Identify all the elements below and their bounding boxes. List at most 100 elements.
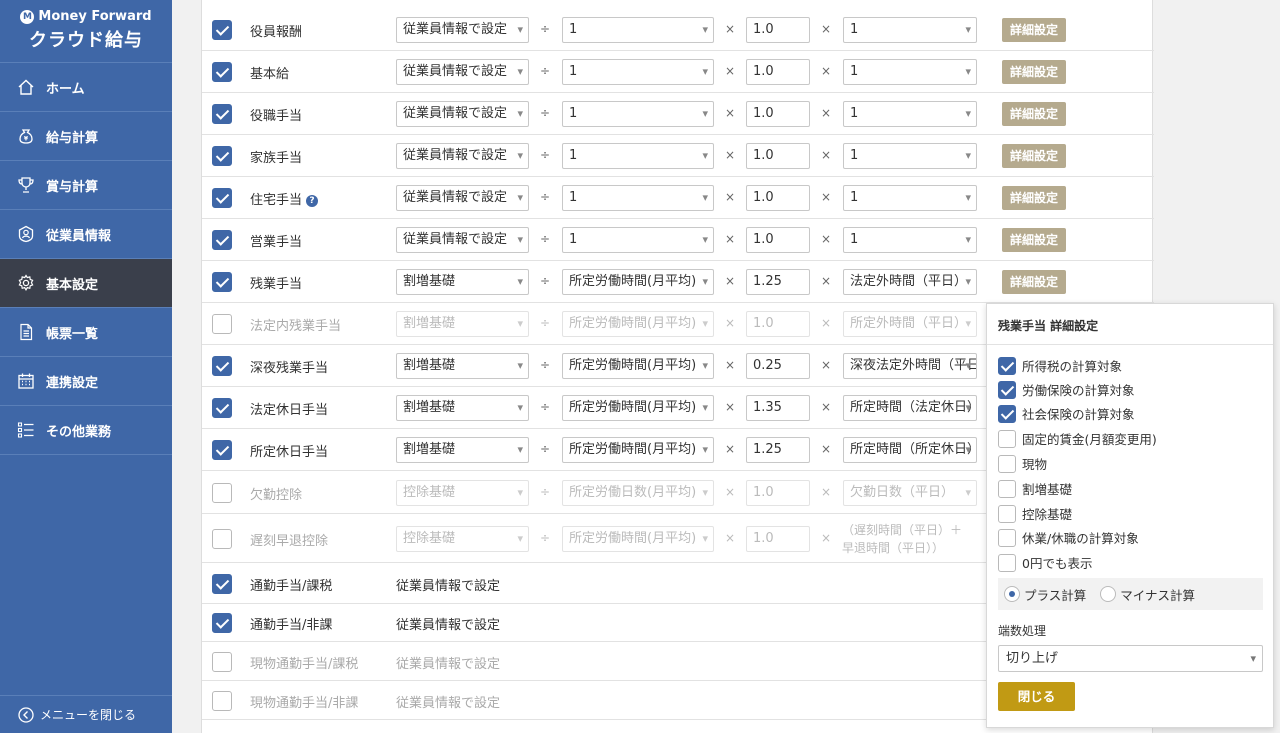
close-popover-button[interactable]: 閉じる: [998, 682, 1075, 711]
base-select[interactable]: 従業員情報で設定: [396, 101, 529, 127]
option-checkbox[interactable]: [998, 380, 1016, 399]
popover-option[interactable]: 割増基礎: [998, 479, 1072, 498]
detail-settings-button[interactable]: 詳細設定: [1002, 270, 1066, 294]
sidebar-item-label: ホーム: [46, 81, 85, 97]
divisor-select[interactable]: 1: [562, 143, 714, 169]
option-checkbox[interactable]: [998, 504, 1016, 523]
factor-select[interactable]: 深夜法定外時間（平日）: [843, 353, 977, 379]
row-enable-checkbox[interactable]: [212, 482, 232, 503]
row-enable-checkbox[interactable]: [212, 613, 232, 633]
detail-settings-button[interactable]: 詳細設定: [1002, 18, 1066, 42]
rate-input[interactable]: 1.0: [746, 101, 810, 127]
base-select[interactable]: 従業員情報で設定: [396, 143, 529, 169]
rate-input[interactable]: 1.35: [746, 395, 810, 421]
factor-select[interactable]: 1: [843, 227, 977, 253]
base-select[interactable]: 従業員情報で設定: [396, 185, 529, 211]
divisor-select[interactable]: 1: [562, 17, 714, 43]
popover-option[interactable]: 社会保険の計算対象: [998, 404, 1135, 423]
popover-option[interactable]: 現物: [998, 454, 1047, 473]
row-enable-checkbox[interactable]: [212, 573, 232, 594]
option-checkbox[interactable]: [998, 454, 1016, 473]
sidebar-item-6[interactable]: 連携設定: [0, 357, 172, 406]
divisor-select[interactable]: 1: [562, 185, 714, 211]
plus-calc-radio[interactable]: プラス計算: [1004, 585, 1086, 604]
row-enable-checkbox[interactable]: [212, 651, 232, 672]
popover-option[interactable]: 固定的賃金(月額変更用): [998, 429, 1157, 448]
option-checkbox[interactable]: [998, 356, 1016, 375]
option-label: 現物: [1022, 457, 1048, 472]
factor-select[interactable]: 1: [843, 59, 977, 85]
factor-select: 所定外時間（平日）: [843, 311, 977, 337]
row-enable-checkbox[interactable]: [212, 62, 232, 82]
sidebar-item-1[interactable]: ¥ 給与計算: [0, 112, 172, 161]
row-enable-checkbox[interactable]: [212, 356, 232, 376]
base-select[interactable]: 割増基礎: [396, 269, 529, 295]
row-enable-checkbox[interactable]: [212, 440, 232, 460]
sidebar-item-2[interactable]: 賞与計算: [0, 161, 172, 210]
detail-settings-button[interactable]: 詳細設定: [1002, 102, 1066, 126]
rounding-select[interactable]: 切り上げ: [998, 645, 1263, 672]
factor-select[interactable]: 所定時間（所定休日）: [843, 437, 977, 463]
factor-select[interactable]: 1: [843, 185, 977, 211]
base-select[interactable]: 従業員情報で設定: [396, 17, 529, 43]
detail-settings-button[interactable]: 詳細設定: [1002, 186, 1066, 210]
divisor-select[interactable]: 所定労働時間(月平均): [562, 395, 714, 421]
row-enable-checkbox[interactable]: [212, 230, 232, 250]
factor-select[interactable]: 1: [843, 17, 977, 43]
rate-input[interactable]: 1.25: [746, 269, 810, 295]
sidebar-item-0[interactable]: ホーム: [0, 63, 172, 112]
detail-settings-button[interactable]: 詳細設定: [1002, 228, 1066, 252]
option-checkbox[interactable]: [998, 528, 1016, 547]
divisor-select[interactable]: 1: [562, 59, 714, 85]
option-checkbox[interactable]: [998, 479, 1016, 498]
rate-input[interactable]: 1.0: [746, 227, 810, 253]
base-select[interactable]: 割増基礎: [396, 395, 529, 421]
divisor-select[interactable]: 1: [562, 101, 714, 127]
logo[interactable]: M Money Forward クラウド給与: [0, 0, 172, 63]
help-icon[interactable]: ?: [306, 195, 319, 207]
option-checkbox[interactable]: [998, 429, 1016, 448]
row-enable-checkbox[interactable]: [212, 690, 232, 711]
row-enable-checkbox[interactable]: [212, 528, 232, 549]
popover-option[interactable]: 0円でも表示: [998, 553, 1092, 572]
row-enable-checkbox[interactable]: [212, 188, 232, 208]
option-checkbox[interactable]: [998, 553, 1016, 572]
rate-input[interactable]: 1.25: [746, 437, 810, 463]
rate-input[interactable]: 1.0: [746, 17, 810, 43]
row-enable-checkbox[interactable]: [212, 272, 232, 292]
popover-option[interactable]: 労働保険の計算対象: [998, 380, 1135, 399]
base-select[interactable]: 割増基礎: [396, 353, 529, 379]
rate-input[interactable]: 1.0: [746, 185, 810, 211]
sidebar-item-7[interactable]: その他業務: [0, 406, 172, 455]
popover-option[interactable]: 控除基礎: [998, 504, 1072, 523]
rate-input[interactable]: 0.25: [746, 353, 810, 379]
divisor-select[interactable]: 1: [562, 227, 714, 253]
factor-select[interactable]: 1: [843, 143, 977, 169]
sidebar-item-4[interactable]: 基本設定: [0, 259, 172, 308]
popover-option[interactable]: 休業/休職の計算対象: [998, 528, 1139, 547]
collapse-menu-button[interactable]: メニューを閉じる: [0, 695, 172, 733]
divisor-select[interactable]: 所定労働時間(月平均): [562, 269, 714, 295]
popover-option[interactable]: 所得税の計算対象: [998, 356, 1122, 375]
factor-select[interactable]: 所定時間（法定休日）: [843, 395, 977, 421]
row-enable-checkbox[interactable]: [212, 20, 232, 40]
row-enable-checkbox[interactable]: [212, 398, 232, 418]
detail-settings-button[interactable]: 詳細設定: [1002, 144, 1066, 168]
divisor-select[interactable]: 所定労働時間(月平均): [562, 353, 714, 379]
option-checkbox[interactable]: [998, 404, 1016, 423]
base-select[interactable]: 従業員情報で設定: [396, 227, 529, 253]
rate-input[interactable]: 1.0: [746, 143, 810, 169]
row-enable-checkbox[interactable]: [212, 146, 232, 166]
factor-select[interactable]: 1: [843, 101, 977, 127]
base-select[interactable]: 割増基礎: [396, 437, 529, 463]
detail-settings-button[interactable]: 詳細設定: [1002, 60, 1066, 84]
factor-select[interactable]: 法定外時間（平日）: [843, 269, 977, 295]
divisor-select[interactable]: 所定労働時間(月平均): [562, 437, 714, 463]
base-select[interactable]: 従業員情報で設定: [396, 59, 529, 85]
row-enable-checkbox[interactable]: [212, 314, 232, 334]
sidebar-item-5[interactable]: 帳票一覧: [0, 308, 172, 357]
row-enable-checkbox[interactable]: [212, 104, 232, 124]
sidebar-item-3[interactable]: 従業員情報: [0, 210, 172, 259]
rate-input[interactable]: 1.0: [746, 59, 810, 85]
minus-calc-radio[interactable]: マイナス計算: [1100, 585, 1195, 604]
